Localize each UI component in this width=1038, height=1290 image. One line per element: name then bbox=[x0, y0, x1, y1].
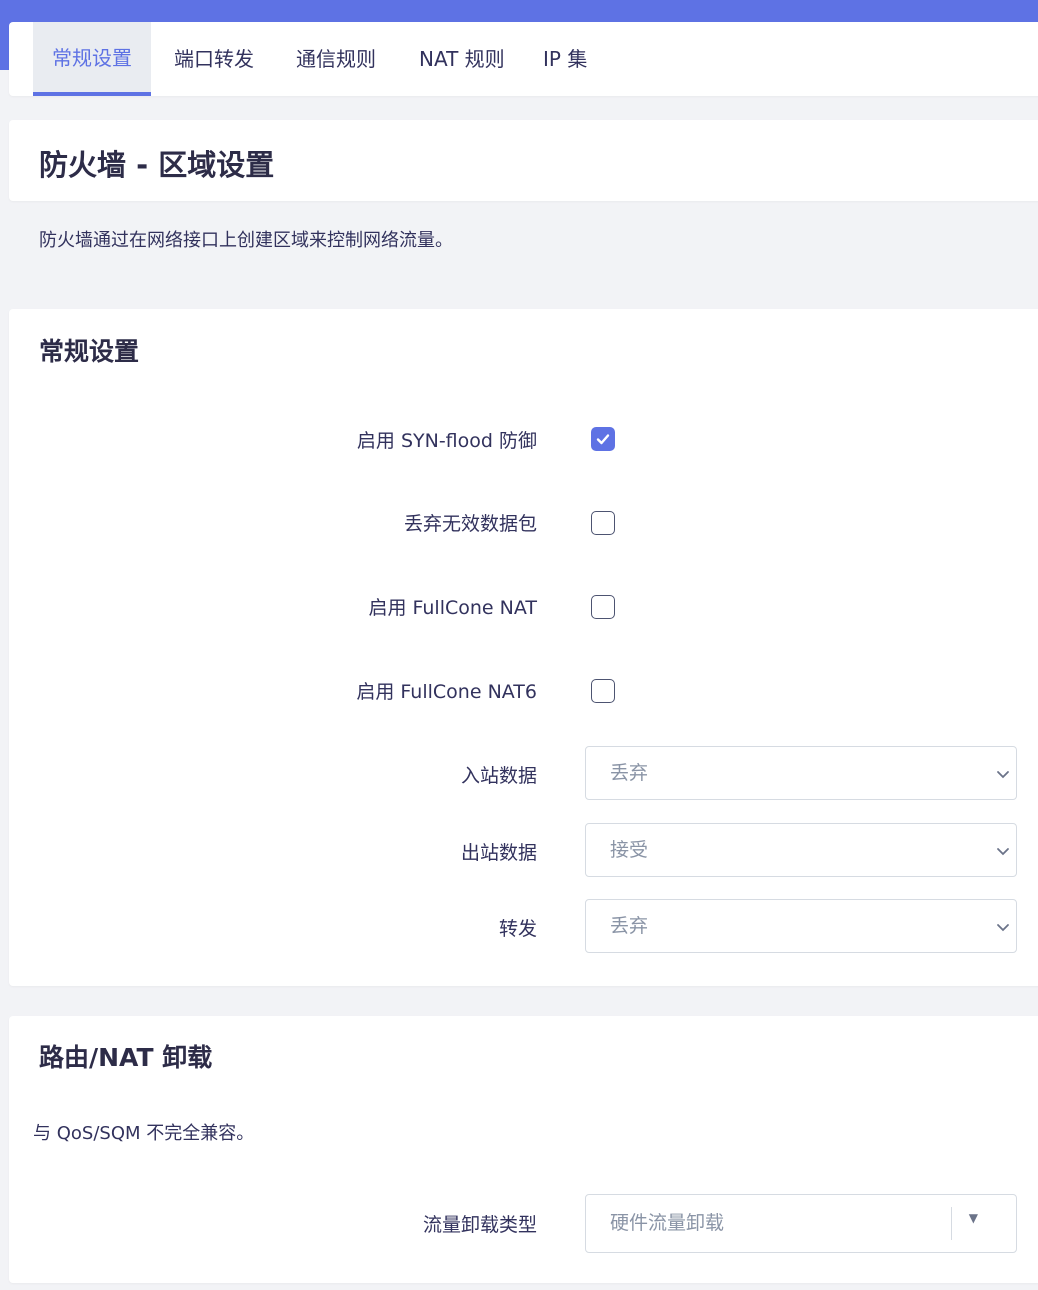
tab-ip-sets[interactable]: IP 集 bbox=[524, 22, 606, 96]
forward-label: 转发 bbox=[498, 918, 537, 940]
offload-type-value: 硬件流量卸载 bbox=[610, 1212, 725, 1234]
tab-general-settings[interactable]: 常规设置 bbox=[33, 22, 151, 96]
fullcone-nat-label: 启用 FullCone NAT bbox=[368, 597, 537, 619]
chevron-down-icon bbox=[997, 771, 1009, 779]
forward-select[interactable]: 丢弃 bbox=[585, 899, 1017, 953]
offload-description: 与 QoS/SQM 不完全兼容。 bbox=[33, 1123, 255, 1144]
caret-down-icon: ▼ bbox=[968, 1211, 978, 1225]
output-select[interactable]: 接受 bbox=[585, 823, 1017, 877]
syn-flood-checkbox[interactable] bbox=[591, 427, 615, 451]
forward-select-value: 丢弃 bbox=[610, 915, 649, 937]
fullcone-nat6-checkbox[interactable] bbox=[591, 679, 615, 703]
input-label: 入站数据 bbox=[460, 765, 537, 787]
fullcone-nat6-label: 启用 FullCone NAT6 bbox=[356, 681, 537, 703]
tab-nat-rules[interactable]: NAT 规则 bbox=[400, 22, 524, 96]
general-settings-section bbox=[9, 309, 1038, 986]
syn-flood-label: 启用 SYN-flood 防御 bbox=[356, 430, 537, 452]
offload-title: 路由/NAT 卸载 bbox=[39, 1043, 213, 1072]
tab-port-forwards[interactable]: 端口转发 bbox=[155, 22, 273, 96]
select-divider bbox=[951, 1207, 952, 1240]
page-title-card: 防火墙 - 区域设置 bbox=[9, 120, 1038, 201]
offload-type-select[interactable]: 硬件流量卸载 ▼ bbox=[585, 1194, 1017, 1253]
output-label: 出站数据 bbox=[460, 842, 537, 864]
chevron-down-icon bbox=[997, 848, 1009, 856]
page-title: 防火墙 - 区域设置 bbox=[39, 148, 275, 182]
drop-invalid-checkbox[interactable] bbox=[591, 511, 615, 535]
output-select-value: 接受 bbox=[610, 839, 649, 861]
drop-invalid-label: 丢弃无效数据包 bbox=[403, 513, 537, 535]
input-select[interactable]: 丢弃 bbox=[585, 746, 1017, 800]
offload-type-label: 流量卸载类型 bbox=[422, 1214, 537, 1236]
tab-traffic-rules[interactable]: 通信规则 bbox=[277, 22, 395, 96]
chevron-down-icon bbox=[997, 924, 1009, 932]
input-select-value: 丢弃 bbox=[610, 762, 649, 784]
tab-bar: 常规设置 端口转发 通信规则 NAT 规则 IP 集 bbox=[9, 22, 1038, 96]
checkmark-icon bbox=[596, 434, 610, 445]
fullcone-nat-checkbox[interactable] bbox=[591, 595, 615, 619]
general-settings-title: 常规设置 bbox=[39, 337, 140, 366]
page-description: 防火墙通过在网络接口上创建区域来控制网络流量。 bbox=[39, 230, 453, 251]
